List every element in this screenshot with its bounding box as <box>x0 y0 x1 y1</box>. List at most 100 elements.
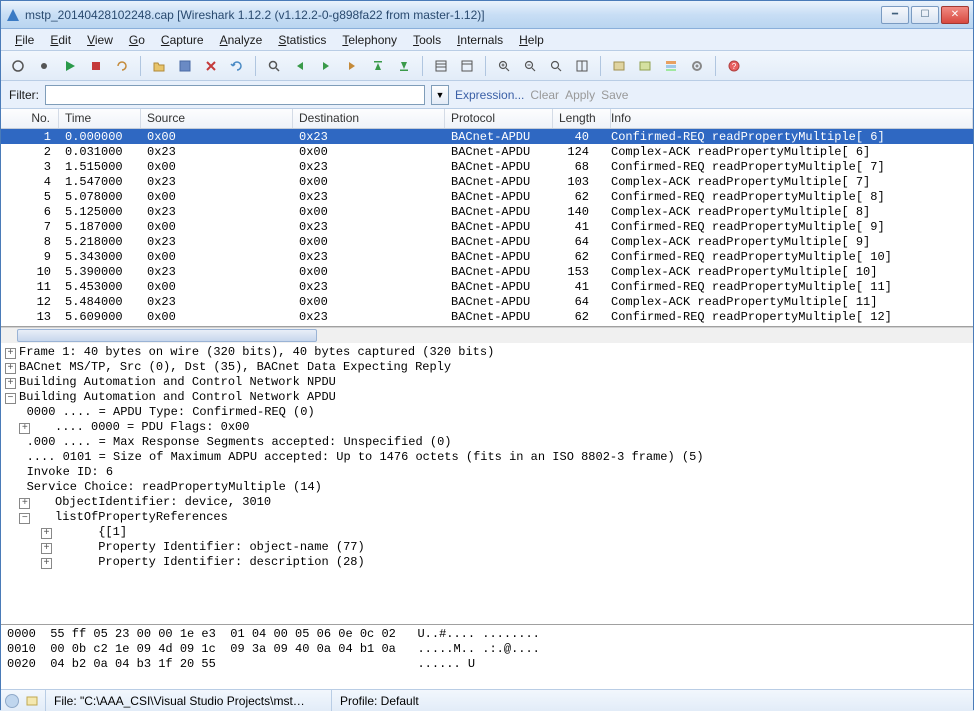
menu-telephony[interactable]: Telephony <box>334 31 405 49</box>
resize-columns-icon[interactable] <box>571 55 593 77</box>
col-info[interactable]: Info <box>611 109 973 128</box>
menu-edit[interactable]: Edit <box>42 31 79 49</box>
expand-icon[interactable]: + <box>5 378 16 389</box>
titlebar: mstp_20140428102248.cap [Wireshark 1.12.… <box>1 1 973 29</box>
apply-link[interactable]: Apply <box>565 88 595 102</box>
zoom-reset-icon[interactable] <box>545 55 567 77</box>
status-file: File: "C:\AAA_CSI\Visual Studio Projects… <box>45 690 325 711</box>
find-icon[interactable] <box>263 55 285 77</box>
packet-bytes-pane[interactable]: 0000 55 ff 05 23 00 00 1e e3 01 04 00 05… <box>1 625 973 689</box>
expand-icon[interactable]: + <box>41 543 52 554</box>
menu-tools[interactable]: Tools <box>405 31 449 49</box>
packet-row[interactable]: 41.5470000x230x00BACnet-APDU103Complex-A… <box>1 174 973 189</box>
packet-list-pane: No. Time Source Destination Protocol Len… <box>1 109 973 327</box>
close-button[interactable]: ✕ <box>941 6 969 24</box>
close-file-icon[interactable] <box>200 55 222 77</box>
menu-go[interactable]: Go <box>121 31 153 49</box>
restart-capture-icon[interactable] <box>111 55 133 77</box>
window-title: mstp_20140428102248.cap [Wireshark 1.12.… <box>25 8 881 22</box>
minimize-button[interactable]: ━ <box>881 6 909 24</box>
zoom-out-icon[interactable] <box>519 55 541 77</box>
expand-icon[interactable]: + <box>19 423 30 434</box>
packet-detail-pane[interactable]: +Frame 1: 40 bytes on wire (320 bits), 4… <box>1 343 973 625</box>
hex-line: 0000 55 ff 05 23 00 00 1e e3 01 04 00 05… <box>7 627 967 642</box>
hex-line: 0020 04 b2 0a 04 b3 1f 20 55 ...... U <box>7 657 967 672</box>
packet-row[interactable]: 105.3900000x230x00BACnet-APDU153Complex-… <box>1 264 973 279</box>
packet-row[interactable]: 65.1250000x230x00BACnet-APDU140Complex-A… <box>1 204 973 219</box>
packet-list-hscroll[interactable] <box>1 327 973 343</box>
go-back-icon[interactable] <box>289 55 311 77</box>
expert-info-icon[interactable] <box>5 694 19 708</box>
expand-icon[interactable]: + <box>19 498 30 509</box>
hex-line: 0010 00 0b c2 1e 09 4d 09 1c 09 3a 09 40… <box>7 642 967 657</box>
capture-filters-icon[interactable] <box>608 55 630 77</box>
menu-file[interactable]: File <box>7 31 42 49</box>
filter-toolbar: Filter: ▼ Expression... Clear Apply Save <box>1 81 973 109</box>
reload-icon[interactable] <box>226 55 248 77</box>
col-length[interactable]: Length <box>553 109 611 128</box>
window-buttons: ━ ☐ ✕ <box>881 6 969 24</box>
clear-link[interactable]: Clear <box>530 88 559 102</box>
expand-icon[interactable]: + <box>5 348 16 359</box>
packet-row[interactable]: 31.5150000x000x23BACnet-APDU68Confirmed-… <box>1 159 973 174</box>
go-first-icon[interactable] <box>367 55 389 77</box>
col-source[interactable]: Source <box>141 109 293 128</box>
stop-capture-icon[interactable] <box>85 55 107 77</box>
packet-list-header: No. Time Source Destination Protocol Len… <box>1 109 973 129</box>
coloring-rules-icon[interactable] <box>660 55 682 77</box>
expand-icon[interactable]: + <box>41 558 52 569</box>
packet-row[interactable]: 125.4840000x230x00BACnet-APDU64Complex-A… <box>1 294 973 309</box>
help-icon[interactable]: ? <box>723 55 745 77</box>
packet-row[interactable]: 115.4530000x000x23BACnet-APDU41Confirmed… <box>1 279 973 294</box>
display-filters-icon[interactable] <box>634 55 656 77</box>
colorize-icon[interactable] <box>430 55 452 77</box>
save-file-icon[interactable] <box>174 55 196 77</box>
detail-line: .000 .... = Max Response Segments accept… <box>5 435 969 450</box>
open-file-icon[interactable] <box>148 55 170 77</box>
goto-packet-icon[interactable] <box>341 55 363 77</box>
packet-row[interactable]: 75.1870000x000x23BACnet-APDU41Confirmed-… <box>1 219 973 234</box>
status-profile[interactable]: Profile: Default <box>331 690 427 711</box>
menu-internals[interactable]: Internals <box>449 31 511 49</box>
go-last-icon[interactable] <box>393 55 415 77</box>
col-protocol[interactable]: Protocol <box>445 109 553 128</box>
packet-row[interactable]: 10.0000000x000x23BACnet-APDU40Confirmed-… <box>1 129 973 144</box>
collapse-icon[interactable]: − <box>5 393 16 404</box>
zoom-in-icon[interactable] <box>493 55 515 77</box>
save-link[interactable]: Save <box>601 88 628 102</box>
filter-input[interactable] <box>45 85 425 105</box>
packet-row[interactable]: 85.2180000x230x00BACnet-APDU64Complex-AC… <box>1 234 973 249</box>
maximize-button[interactable]: ☐ <box>911 6 939 24</box>
packet-row[interactable]: 135.6090000x000x23BACnet-APDU62Confirmed… <box>1 309 973 324</box>
start-capture-icon[interactable] <box>59 55 81 77</box>
main-toolbar: ? <box>1 51 973 81</box>
menubar: FileEditViewGoCaptureAnalyzeStatisticsTe… <box>1 29 973 51</box>
col-time[interactable]: Time <box>59 109 141 128</box>
statusbar: File: "C:\AAA_CSI\Visual Studio Projects… <box>1 689 973 711</box>
detail-line: Invoke ID: 6 <box>5 465 969 480</box>
filter-dropdown-button[interactable]: ▼ <box>431 85 449 105</box>
expand-icon[interactable]: + <box>41 528 52 539</box>
col-no[interactable]: No. <box>1 109 59 128</box>
expression-link[interactable]: Expression... <box>455 88 524 102</box>
col-destination[interactable]: Destination <box>293 109 445 128</box>
packet-row[interactable]: 95.3430000x000x23BACnet-APDU62Confirmed-… <box>1 249 973 264</box>
packet-row[interactable]: 55.0780000x000x23BACnet-APDU62Confirmed-… <box>1 189 973 204</box>
menu-analyze[interactable]: Analyze <box>212 31 271 49</box>
edit-capture-comment-icon[interactable] <box>25 694 39 708</box>
menu-capture[interactable]: Capture <box>153 31 212 49</box>
menu-statistics[interactable]: Statistics <box>270 31 334 49</box>
svg-text:?: ? <box>732 62 737 71</box>
collapse-icon[interactable]: − <box>19 513 30 524</box>
go-forward-icon[interactable] <box>315 55 337 77</box>
detail-line: listOfPropertyReferences <box>33 510 227 524</box>
expand-icon[interactable]: + <box>5 363 16 374</box>
preferences-icon[interactable] <box>686 55 708 77</box>
options-icon[interactable] <box>33 55 55 77</box>
interfaces-icon[interactable] <box>7 55 29 77</box>
packet-row[interactable]: 20.0310000x230x00BACnet-APDU124Complex-A… <box>1 144 973 159</box>
auto-scroll-icon[interactable] <box>456 55 478 77</box>
content-area: No. Time Source Destination Protocol Len… <box>1 109 973 689</box>
menu-help[interactable]: Help <box>511 31 552 49</box>
menu-view[interactable]: View <box>79 31 121 49</box>
